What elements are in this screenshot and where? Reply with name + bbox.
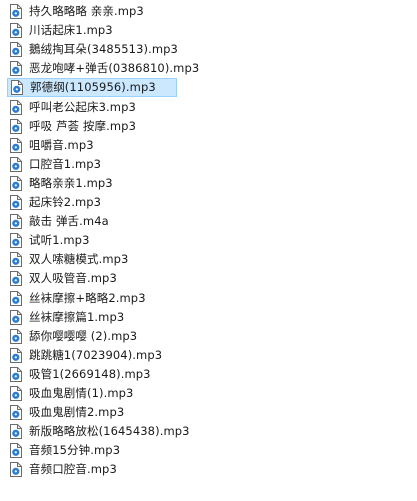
file-name: 音频15分钟.mp3 (29, 443, 121, 458)
file-name: 敲击 弹舌.m4a (29, 214, 109, 229)
file-name: 持久略略略 亲亲.mp3 (29, 4, 144, 18)
file-row[interactable]: 吸管1(2669148).mp3 (7, 365, 154, 384)
file-name: 双人吸管音.mp3 (29, 271, 117, 286)
file-row[interactable]: 丝袜摩擦篇1.mp3 (7, 308, 127, 327)
file-name: 郭德纲(1105956).mp3 (30, 80, 156, 95)
file-row[interactable]: 呼吸 芦荟 按摩.mp3 (7, 117, 139, 136)
file-row[interactable]: 吸血鬼剧情2.mp3 (7, 403, 127, 422)
audio-file-icon (10, 23, 22, 39)
file-row[interactable]: 鵝绒掏耳朵(3485513).mp3 (7, 40, 181, 59)
file-row[interactable]: 双人嗦糖模式.mp3 (7, 250, 131, 269)
file-row[interactable]: 跳跳糖1(7023904).mp3 (7, 346, 165, 365)
file-name: 新版略略放松(1645438).mp3 (29, 424, 190, 439)
file-row[interactable]: 咀嚼音.mp3 (7, 136, 97, 155)
file-name: 略略亲亲1.mp3 (29, 175, 113, 190)
file-name: 吸管1(2669148).mp3 (29, 366, 151, 381)
file-row[interactable]: 新版略略放松(1645438).mp3 (7, 422, 193, 441)
file-name: 试听1.mp3 (29, 233, 90, 248)
audio-file-icon (10, 195, 22, 210)
audio-file-icon (10, 42, 22, 58)
file-row[interactable]: 舔你嘤嘤嘤 (2).mp3 (7, 327, 140, 346)
file-row[interactable]: 试听1.mp3 (7, 231, 93, 250)
file-row[interactable]: 起床铃2.mp3 (7, 193, 104, 212)
file-name: 舔你嘤嘤嘤 (2).mp3 (29, 328, 138, 343)
file-name: 呼叫老公起床3.mp3 (29, 99, 136, 114)
audio-file-icon (11, 80, 23, 96)
file-name: 吸血鬼剧情2.mp3 (29, 405, 125, 420)
audio-file-icon (10, 290, 22, 306)
file-name: 吸血鬼剧情(1).mp3 (29, 386, 134, 400)
audio-file-icon (10, 366, 22, 382)
file-row[interactable]: 音频口腔音.mp3 (7, 460, 120, 479)
file-row[interactable]: 口腔音1.mp3 (7, 155, 104, 174)
audio-file-icon (10, 252, 22, 268)
file-name: 丝袜摩擦篇1.mp3 (29, 309, 125, 324)
file-name: 呼吸 芦荟 按摩.mp3 (29, 118, 136, 133)
file-row[interactable]: 郭德纲(1105956).mp3 (7, 78, 177, 98)
file-row[interactable]: 持久略略略 亲亲.mp3 (7, 2, 147, 21)
audio-file-icon (10, 99, 22, 115)
audio-file-icon (10, 443, 22, 459)
audio-file-icon (10, 309, 22, 325)
file-name: 双人嗦糖模式.mp3 (29, 252, 129, 267)
file-list: 持久略略略 亲亲.mp3 川话起床1.mp3 鵝绒掏耳朵(3485513).mp3 恶… (0, 0, 417, 501)
file-name: 丝袜摩擦+略略2.mp3 (29, 290, 146, 305)
file-name: 音频口腔音.mp3 (29, 462, 117, 477)
audio-file-icon (10, 462, 22, 478)
file-name: 川话起床1.mp3 (29, 23, 113, 38)
file-row[interactable]: 恶龙咆哮+弹舌(0386810).mp3 (7, 59, 202, 78)
file-name: 咀嚼音.mp3 (29, 137, 94, 152)
audio-file-icon (10, 386, 22, 401)
file-row[interactable]: 敲击 弹舌.m4a (7, 212, 112, 231)
audio-file-icon (10, 4, 22, 19)
audio-file-icon (10, 137, 22, 153)
file-row[interactable]: 双人吸管音.mp3 (7, 269, 120, 288)
file-name: 鵝绒掏耳朵(3485513).mp3 (29, 42, 178, 57)
audio-file-icon (10, 328, 22, 344)
file-row[interactable]: 略略亲亲1.mp3 (7, 174, 116, 193)
audio-file-icon (10, 405, 22, 421)
file-row[interactable]: 音频15分钟.mp3 (7, 441, 123, 460)
audio-file-icon (10, 214, 22, 230)
audio-file-icon (10, 424, 22, 440)
file-name: 口腔音1.mp3 (29, 156, 102, 171)
file-row[interactable]: 呼叫老公起床3.mp3 (7, 98, 139, 117)
audio-file-icon (10, 175, 22, 191)
audio-file-icon (10, 271, 22, 287)
audio-file-icon (10, 233, 22, 249)
file-row[interactable]: 吸血鬼剧情(1).mp3 (7, 384, 136, 403)
audio-file-icon (10, 118, 22, 134)
file-name: 起床铃2.mp3 (29, 195, 102, 209)
file-name: 恶龙咆哮+弹舌(0386810).mp3 (29, 61, 200, 76)
file-row[interactable]: 丝袜摩擦+略略2.mp3 (7, 289, 149, 308)
file-name: 跳跳糖1(7023904).mp3 (29, 347, 163, 362)
audio-file-icon (10, 61, 22, 77)
audio-file-icon (10, 156, 22, 172)
file-row[interactable]: 川话起床1.mp3 (7, 21, 116, 40)
audio-file-icon (10, 347, 22, 363)
